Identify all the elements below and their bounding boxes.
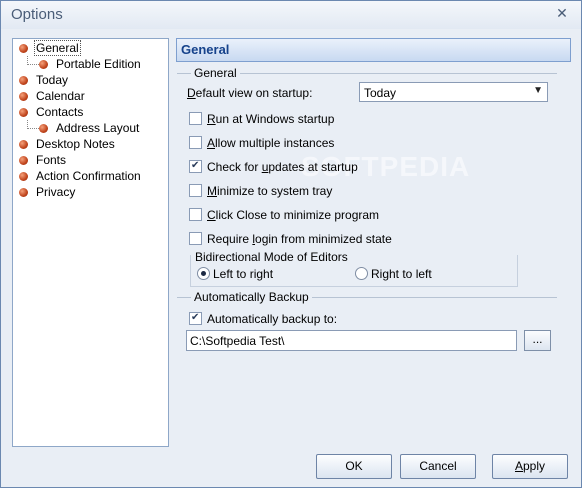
backup-path-field[interactable]: C:\Softpedia Test\ — [186, 330, 517, 351]
options-tree: General Portable Edition Today Calendar … — [12, 38, 169, 447]
cancel-button[interactable]: Cancel — [400, 454, 476, 479]
tree-item-contacts[interactable]: Contacts — [19, 104, 85, 120]
checkbox-box — [189, 311, 202, 325]
bullet-icon — [19, 92, 28, 101]
bullet-icon — [39, 124, 48, 133]
browse-button[interactable]: ... — [524, 330, 551, 351]
tree-item-portable-edition[interactable]: Portable Edition — [39, 56, 143, 72]
tree-item-desktop-notes[interactable]: Desktop Notes — [19, 136, 117, 152]
tree-item-action-confirmation[interactable]: Action Confirmation — [19, 168, 143, 184]
group-label-bidi: Bidirectional Mode of Editors — [192, 250, 351, 264]
bullet-icon — [19, 140, 28, 149]
bullet-icon — [19, 44, 28, 53]
panel-title: General — [181, 42, 230, 57]
minimize-to-tray-checkbox[interactable]: Minimize to system tray — [189, 184, 332, 200]
panel-header: General — [176, 38, 571, 62]
checkbox-box — [189, 184, 202, 197]
allow-multiple-instances-checkbox[interactable]: Allow multiple instances — [189, 136, 334, 152]
title-bar: Options ✕ — [1, 1, 581, 29]
window-title: Options — [11, 6, 63, 23]
tree-item-address-layout[interactable]: Address Layout — [39, 120, 141, 136]
require-login-checkbox[interactable]: Require login from minimized state — [189, 232, 392, 248]
bullet-icon — [19, 172, 28, 181]
group-label-backup: Automatically Backup — [191, 290, 312, 304]
bullet-icon — [39, 60, 48, 69]
check-updates-checkbox[interactable]: Check for updates at startup — [189, 159, 358, 176]
tree-item-privacy[interactable]: Privacy — [19, 184, 77, 200]
bullet-icon — [19, 76, 28, 85]
radio-dot — [355, 267, 368, 280]
bullet-icon — [19, 188, 28, 197]
close-icon[interactable]: ✕ — [555, 6, 569, 20]
close-minimizes-checkbox[interactable]: Click Close to minimize program — [189, 208, 379, 224]
checkbox-box — [189, 232, 202, 245]
auto-backup-checkbox[interactable]: Automatically backup to: — [189, 311, 337, 328]
tree-item-calendar[interactable]: Calendar — [19, 88, 87, 104]
chevron-down-icon: ▼ — [533, 85, 543, 96]
group-label-general: General — [191, 66, 240, 80]
default-view-select[interactable]: Today ▼ — [359, 82, 548, 102]
run-at-startup-checkbox[interactable]: Run at Windows startup — [189, 112, 334, 128]
checkbox-box — [189, 159, 202, 173]
tree-item-today[interactable]: Today — [19, 72, 70, 88]
checkbox-box — [189, 208, 202, 221]
checkbox-box — [189, 112, 202, 125]
tree-item-fonts[interactable]: Fonts — [19, 152, 68, 168]
tree-item-general[interactable]: General — [19, 40, 81, 56]
checkbox-box — [189, 136, 202, 149]
default-view-label: Default view on startup: — [187, 86, 313, 100]
ok-button[interactable]: OK — [316, 454, 392, 479]
options-window: Options ✕ General Portable Edition Today… — [0, 0, 582, 488]
radio-dot — [197, 267, 210, 280]
bullet-icon — [19, 108, 28, 117]
apply-button[interactable]: Apply — [492, 454, 568, 479]
bullet-icon — [19, 156, 28, 165]
right-to-left-radio[interactable]: Right to left — [355, 267, 432, 283]
left-to-right-radio[interactable]: Left to right — [197, 267, 273, 283]
